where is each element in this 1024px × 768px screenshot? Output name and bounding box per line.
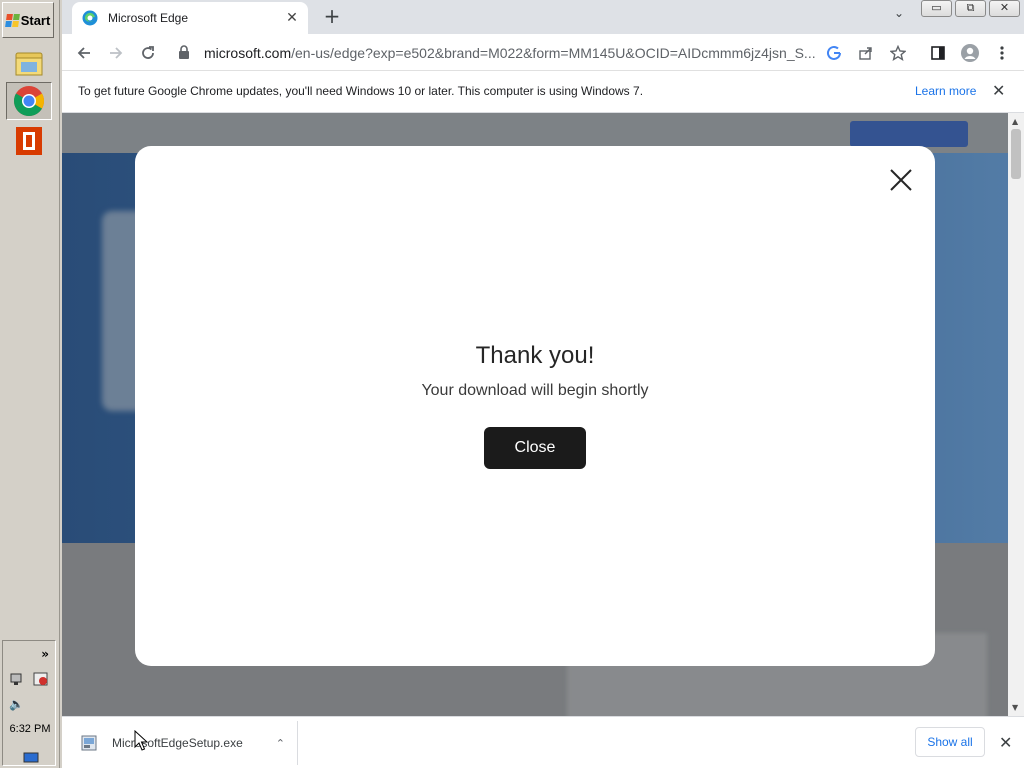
security-alert-icon[interactable] <box>33 671 49 691</box>
update-infobar: To get future Google Chrome updates, you… <box>62 71 1024 113</box>
setup-file-icon <box>80 734 98 752</box>
scrollbar-thumb[interactable] <box>1011 129 1021 179</box>
vertical-scrollbar[interactable]: ▲ ▼ <box>1008 113 1024 716</box>
back-button[interactable] <box>72 41 96 65</box>
volume-icon[interactable]: 🔈 <box>9 697 24 711</box>
tab-search-icon[interactable]: ⌄ <box>894 6 914 20</box>
windows-taskbar: Start » 🔈 6:32 PM <box>0 0 60 768</box>
tab-strip: Microsoft Edge ✕ + ⌄ ▭ ⧉ ✕ <box>62 0 1024 34</box>
start-label: Start <box>20 12 51 28</box>
close-window-button[interactable]: ✕ <box>989 0 1020 17</box>
share-icon[interactable] <box>854 41 878 65</box>
tab-microsoft-edge[interactable]: Microsoft Edge ✕ <box>72 2 308 34</box>
scroll-up-icon[interactable]: ▲ <box>1012 117 1018 126</box>
download-item[interactable]: MicrosoftEdgeSetup.exe ⌃ <box>70 721 298 765</box>
learn-more-link[interactable]: Learn more <box>915 84 976 98</box>
new-tab-button[interactable]: + <box>320 6 344 28</box>
side-panel-icon[interactable] <box>926 41 950 65</box>
reload-button[interactable] <box>136 41 160 65</box>
clock[interactable]: 6:32 PM <box>3 723 57 735</box>
chevron-up-icon[interactable]: ⌃ <box>276 737 285 750</box>
show-all-button[interactable]: Show all <box>915 727 985 757</box>
download-thank-you-dialog: Thank you! Your download will begin shor… <box>135 146 935 666</box>
windows-flag-icon <box>4 13 20 27</box>
show-desktop-icon[interactable] <box>23 749 39 768</box>
bookmark-star-icon[interactable] <box>886 41 910 65</box>
page-viewport: Thank you! Your download will begin shor… <box>62 113 1008 716</box>
address-bar[interactable]: microsoft.com/en-us/edge?exp=e502&brand=… <box>172 39 852 67</box>
lock-icon[interactable] <box>178 44 194 63</box>
profile-avatar-icon[interactable] <box>958 41 982 65</box>
url-host: microsoft.com <box>204 45 292 61</box>
restore-button[interactable]: ⧉ <box>955 0 986 17</box>
start-button[interactable]: Start <box>2 2 54 38</box>
url-path: /en-us/edge?exp=e502&brand=M022&form=MM1… <box>291 45 816 61</box>
close-button[interactable]: Close <box>484 427 586 469</box>
menu-kebab-icon[interactable] <box>990 41 1014 65</box>
dialog-subtitle: Your download will begin shortly <box>421 382 649 399</box>
close-icon[interactable] <box>887 166 915 194</box>
minimize-button[interactable]: ▭ <box>921 0 952 17</box>
browser-toolbar: microsoft.com/en-us/edge?exp=e502&brand=… <box>62 34 1024 71</box>
google-translate-icon[interactable] <box>822 41 846 65</box>
forward-button[interactable] <box>104 41 128 65</box>
tab-close-icon[interactable]: ✕ <box>280 10 304 26</box>
tray-expand-icon[interactable]: » <box>41 647 49 661</box>
window-controls: ▭ ⧉ ✕ <box>921 0 1020 17</box>
browser-window: Microsoft Edge ✕ + ⌄ ▭ ⧉ ✕ microsoft.com… <box>62 0 1024 768</box>
system-tray: » 🔈 6:32 PM <box>2 640 56 766</box>
tab-title: Microsoft Edge <box>108 11 189 25</box>
downloads-bar: MicrosoftEdgeSetup.exe ⌃ Show all ✕ <box>62 716 1024 768</box>
url-text[interactable]: microsoft.com/en-us/edge?exp=e502&brand=… <box>204 45 816 61</box>
folder-icon[interactable] <box>6 44 52 82</box>
infobar-message: To get future Google Chrome updates, you… <box>78 84 644 98</box>
infobar-close-icon[interactable]: ✕ <box>992 81 1005 100</box>
mouse-cursor-icon <box>134 730 148 751</box>
chrome-icon[interactable] <box>6 82 52 120</box>
dialog-title: Thank you! <box>475 342 595 369</box>
downloads-close-icon[interactable]: ✕ <box>999 733 1012 752</box>
edge-favicon-icon <box>82 10 98 26</box>
scroll-down-icon[interactable]: ▼ <box>1012 703 1018 712</box>
office-icon[interactable] <box>6 122 52 160</box>
network-icon[interactable] <box>9 671 25 691</box>
